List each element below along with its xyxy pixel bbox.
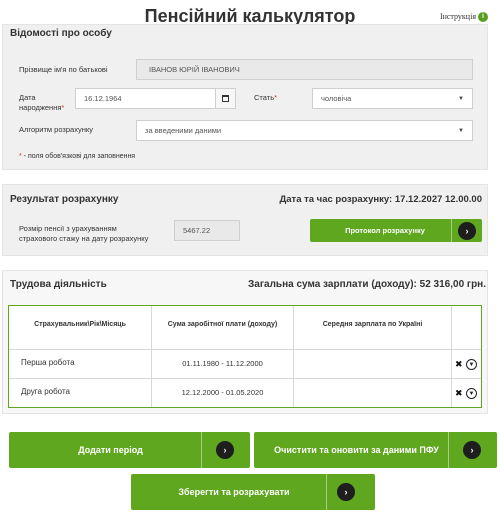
personal-section-title: Відомості про особу — [10, 28, 112, 39]
birth-date-value: 16.12.1964 — [84, 94, 122, 103]
arrow-right-icon: › — [337, 483, 355, 501]
col-header-avg-salary: Середня зарплата по Україні — [322, 321, 423, 328]
algo-value: за введеними даними — [145, 126, 222, 135]
required-note: * - поля обов'язкові для заповнення — [19, 153, 136, 160]
help-label: Інструкція — [439, 12, 476, 21]
name-value: ІВАНОВ ЮРІЙ ІВАНОВИЧ — [149, 65, 240, 74]
row-2-delete-icon[interactable]: ✖ — [455, 388, 463, 399]
name-field[interactable]: ІВАНОВ ЮРІЙ ІВАНОВИЧ — [136, 59, 473, 80]
protocol-button-label: Протокол розрахунку — [345, 226, 425, 235]
calc-datetime: Дата та час розрахунку: 17.12.2027 12.00… — [279, 194, 482, 205]
protocol-button[interactable]: Протокол розрахунку › — [310, 219, 482, 242]
add-period-label: Додати період — [78, 445, 143, 455]
algo-label: Алгоритм розрахунку — [19, 125, 93, 134]
clear-update-button[interactable]: Очистити та оновити за даними ПФУ › — [254, 432, 497, 468]
row-2-name: Друга робота — [21, 387, 70, 396]
add-period-button[interactable]: Додати період › — [9, 432, 250, 468]
pension-value-field: 5467.22 — [174, 220, 240, 241]
arrow-right-icon: › — [458, 221, 476, 240]
sex-label: Стать* — [254, 93, 278, 102]
work-table: Страхувальник\Рік\Місяць Сума заробітної… — [8, 305, 482, 408]
work-section-title: Трудова діяльність — [10, 279, 107, 290]
name-label: Прізвище ім'я по батькові — [19, 65, 108, 74]
help-link[interactable]: Інструкція i — [439, 12, 488, 23]
chevron-down-icon: ▼ — [458, 95, 464, 102]
chevron-down-icon: ▼ — [458, 127, 464, 134]
row-2-period: 12.12.2000 - 01.05.2020 — [181, 388, 264, 397]
total-salary: Загальна сума зарплати (доходу): 52 316,… — [248, 279, 486, 290]
algo-select[interactable]: за введеними даними ▼ — [136, 120, 473, 141]
arrow-right-icon: › — [216, 441, 234, 459]
save-calc-button[interactable]: Зберегти та розрахувати › — [131, 474, 375, 510]
calendar-button[interactable] — [215, 89, 235, 108]
save-calc-label: Зберегти та розрахувати — [178, 487, 290, 497]
row-1-name: Перша робота — [21, 358, 75, 367]
info-icon: i — [478, 12, 488, 23]
row-1-delete-icon[interactable]: ✖ — [455, 359, 463, 370]
sex-select[interactable]: чоловіча ▼ — [312, 88, 473, 109]
row-2-expand-icon[interactable]: ▼ — [466, 388, 477, 399]
clear-update-label: Очистити та оновити за даними ПФУ — [274, 445, 439, 455]
calendar-icon — [222, 95, 229, 102]
birth-date-field[interactable]: 16.12.1964 — [75, 88, 236, 109]
pension-value: 5467.22 — [183, 226, 211, 235]
row-1-period: 01.11.1980 - 11.12.2000 — [182, 359, 263, 368]
result-section-title: Результат розрахунку — [10, 194, 119, 205]
sex-value: чоловіча — [321, 94, 352, 103]
birth-label: Дата народження* — [19, 93, 65, 112]
row-1-expand-icon[interactable]: ▼ — [466, 359, 477, 370]
col-header-insurer: Страхувальник\Рік\Місяць — [34, 321, 126, 328]
col-header-salary: Сума заробітної плати (доходу) — [167, 321, 278, 328]
pension-label: Розмір пенсії з урахуванням страхового с… — [19, 224, 149, 243]
arrow-right-icon: › — [463, 441, 481, 459]
